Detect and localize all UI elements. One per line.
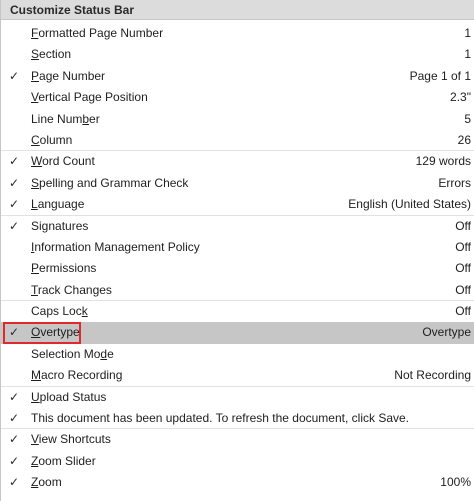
check-icon: ✓ bbox=[8, 453, 20, 468]
menu-item-selection-mode[interactable]: ✓ Selection Mode bbox=[1, 344, 474, 365]
menu-item-label: Overtype bbox=[31, 325, 80, 340]
menu-item-track-changes[interactable]: ✓ Track Changes Off bbox=[1, 280, 474, 302]
menu-item-label: Language bbox=[31, 197, 85, 212]
menu-item-value: Off bbox=[455, 239, 471, 254]
menu-item-value: 26 bbox=[457, 132, 471, 147]
menu-item-value: Off bbox=[455, 304, 471, 319]
customize-status-bar-menu: Customize Status Bar ✓ Formatted Page Nu… bbox=[0, 0, 474, 501]
check-icon: ✓ bbox=[8, 218, 20, 233]
menu-item-value: Page 1 of 1 bbox=[409, 68, 471, 83]
menu-item-vertical-page-position[interactable]: ✓ Vertical Page Position 2.3" bbox=[1, 87, 474, 108]
menu-item-section[interactable]: ✓ Section 1 bbox=[1, 44, 474, 65]
menu-item-value: English (United States) bbox=[348, 197, 471, 212]
menu-item-label: Permissions bbox=[31, 261, 97, 276]
menu-item-signatures[interactable]: ✓ Signatures Off bbox=[1, 216, 474, 237]
menu-item-document-updates-available[interactable]: ✓ This document has been updated. To ref… bbox=[1, 408, 474, 430]
check-icon: ✓ bbox=[8, 68, 20, 83]
menu-item-label: Upload Status bbox=[31, 389, 107, 404]
menu-item-label: Selection Mode bbox=[31, 346, 114, 361]
check-icon: ✓ bbox=[8, 197, 20, 212]
menu-item-label: Line Number bbox=[31, 111, 100, 126]
menu-item-page-number[interactable]: ✓ Page Number Page 1 of 1 bbox=[1, 66, 474, 87]
menu-item-label: Caps Lock bbox=[31, 304, 88, 319]
menu-item-label: This document has been updated. To refre… bbox=[31, 411, 409, 426]
menu-item-value: 2.3" bbox=[450, 90, 471, 105]
menu-item-label: Section bbox=[31, 47, 72, 62]
check-icon: ✓ bbox=[8, 154, 20, 169]
check-icon: ✓ bbox=[8, 389, 20, 404]
check-icon: ✓ bbox=[8, 175, 20, 190]
menu-item-value: 1 bbox=[464, 47, 471, 62]
menu-item-label: Word Count bbox=[31, 154, 95, 169]
menu-item-value: 5 bbox=[464, 111, 471, 126]
menu-item-overtype[interactable]: ✓ Overtype Overtype bbox=[1, 322, 474, 345]
menu-item-zoom-slider[interactable]: ✓ Zoom Slider bbox=[1, 451, 474, 472]
menu-item-label: Information Management Policy bbox=[31, 239, 200, 254]
menu-item-word-count[interactable]: ✓ Word Count 129 words bbox=[1, 151, 474, 172]
menu-item-label: Zoom bbox=[31, 475, 62, 490]
menu-item-label: Column bbox=[31, 132, 73, 147]
menu-item-value: Overtype bbox=[422, 325, 471, 340]
menu-item-label: Macro Recording bbox=[31, 368, 123, 383]
menu-item-view-shortcuts[interactable]: ✓ View Shortcuts bbox=[1, 429, 474, 450]
menu-item-label: Track Changes bbox=[31, 282, 112, 297]
check-icon: ✓ bbox=[8, 432, 20, 447]
menu-item-label: Page Number bbox=[31, 68, 106, 83]
menu-item-language[interactable]: ✓ Language English (United States) bbox=[1, 194, 474, 216]
menu-item-label: Signatures bbox=[31, 218, 89, 233]
menu-item-information-management-policy[interactable]: ✓ Information Management Policy Off bbox=[1, 237, 474, 258]
menu-item-label: Zoom Slider bbox=[31, 453, 96, 468]
menu-item-permissions[interactable]: ✓ Permissions Off bbox=[1, 258, 474, 279]
menu-item-zoom[interactable]: ✓ Zoom 100% bbox=[1, 472, 474, 493]
menu-item-value: 129 words bbox=[415, 154, 471, 169]
menu-items: ✓ Formatted Page Number 1 ✓ Section 1 ✓ … bbox=[1, 20, 474, 494]
menu-item-label: Formatted Page Number bbox=[31, 26, 164, 40]
menu-item-column[interactable]: ✓ Column 26 bbox=[1, 130, 474, 152]
menu-item-upload-status[interactable]: ✓ Upload Status bbox=[1, 387, 474, 408]
menu-item-label: View Shortcuts bbox=[31, 432, 111, 447]
menu-item-macro-recording[interactable]: ✓ Macro Recording Not Recording bbox=[1, 365, 474, 387]
check-icon: ✓ bbox=[8, 475, 20, 490]
menu-item-value: 1 bbox=[464, 26, 471, 40]
menu-item-value: Off bbox=[455, 282, 471, 297]
menu-item-caps-lock[interactable]: ✓ Caps Lock Off bbox=[1, 301, 474, 322]
menu-item-value: Not Recording bbox=[394, 368, 471, 383]
menu-item-label: Vertical Page Position bbox=[31, 90, 148, 105]
menu-title: Customize Status Bar bbox=[1, 0, 474, 20]
menu-item-value: Off bbox=[455, 218, 471, 233]
menu-item-line-number[interactable]: ✓ Line Number 5 bbox=[1, 109, 474, 130]
menu-item-value: Off bbox=[455, 261, 471, 276]
menu-item-spelling-grammar-check[interactable]: ✓ Spelling and Grammar Check Errors bbox=[1, 173, 474, 194]
menu-item-value: 100% bbox=[440, 475, 471, 490]
check-icon: ✓ bbox=[8, 411, 20, 426]
menu-item-formatted-page-number[interactable]: ✓ Formatted Page Number 1 bbox=[1, 23, 474, 44]
check-icon: ✓ bbox=[8, 325, 20, 340]
menu-item-label: Spelling and Grammar Check bbox=[31, 175, 189, 190]
menu-item-value: Errors bbox=[438, 175, 471, 190]
